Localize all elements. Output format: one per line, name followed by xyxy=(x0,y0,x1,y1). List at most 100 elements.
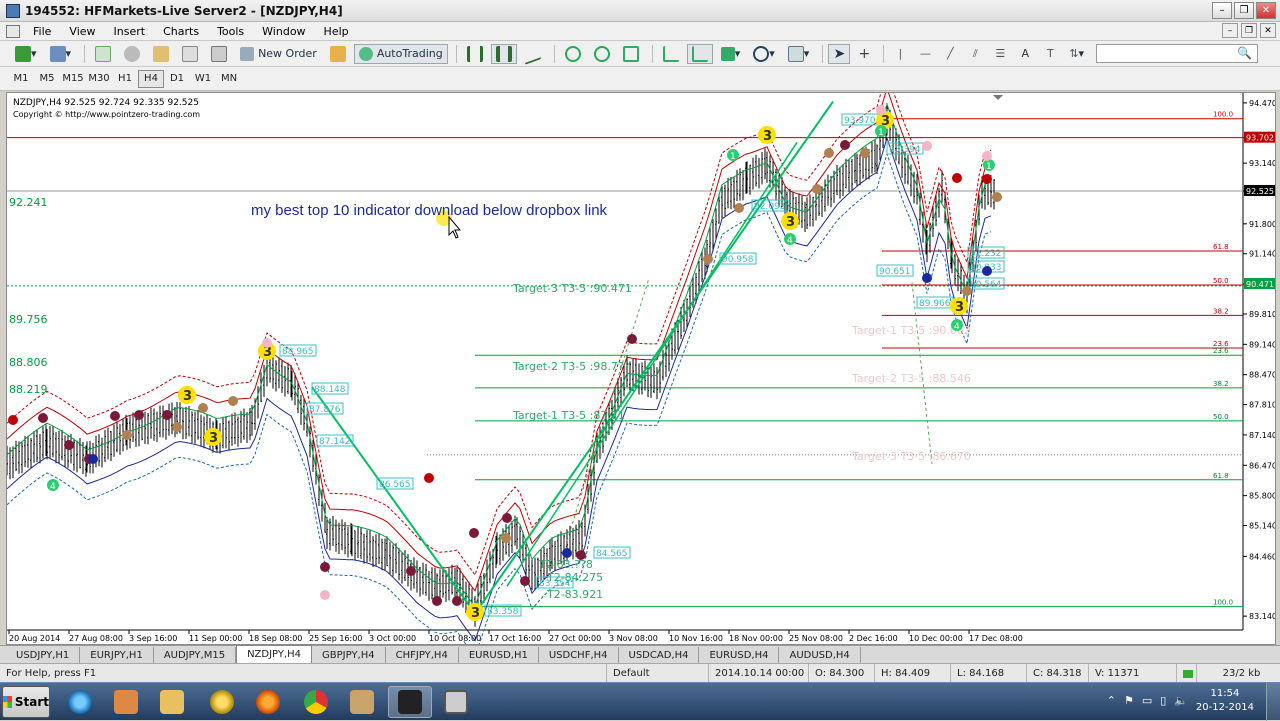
strategy-tester-button[interactable] xyxy=(206,44,232,64)
signal-dot xyxy=(992,192,1002,202)
price-tick-label: 85.140 xyxy=(1249,522,1275,531)
menu-view[interactable]: View xyxy=(60,25,104,38)
cursor-tool-button[interactable]: ➤ xyxy=(828,43,851,64)
timeframe-h4[interactable]: H4 xyxy=(138,69,164,88)
periods-button[interactable]: ▾ xyxy=(748,44,780,64)
timeframe-mn[interactable]: MN xyxy=(216,70,242,88)
candlestick-button[interactable] xyxy=(490,43,517,64)
search-input[interactable] xyxy=(1096,44,1258,63)
chart-tab[interactable]: USDCHF,H4 xyxy=(539,647,619,663)
minimize-button[interactable]: – xyxy=(1212,2,1232,19)
chart-shift-button[interactable] xyxy=(658,44,684,64)
price-box-label: 91.232 xyxy=(970,249,1002,259)
taskbar-chrome[interactable] xyxy=(294,686,338,718)
menu-file[interactable]: File xyxy=(24,25,60,38)
horizontal-line-button[interactable]: — xyxy=(914,44,936,64)
market-watch-button[interactable] xyxy=(90,44,116,64)
taskbar-app9[interactable] xyxy=(434,686,478,718)
status-profile: Default xyxy=(606,664,708,683)
timeframe-m1[interactable]: M1 xyxy=(8,70,34,88)
fibonacci-button[interactable]: ☰ xyxy=(989,44,1011,64)
new-chart-button[interactable]: ▾ xyxy=(10,44,42,64)
line-chart-button[interactable] xyxy=(520,42,546,65)
data-window-button[interactable] xyxy=(119,44,145,64)
zoom-in-button[interactable] xyxy=(560,44,586,64)
chart-tab[interactable]: USDCAD,H4 xyxy=(619,647,700,663)
chart-tab[interactable]: EURJPY,H1 xyxy=(80,647,154,663)
autoscroll-button[interactable] xyxy=(686,43,713,64)
restore-button[interactable]: ❐ xyxy=(1234,2,1254,19)
wave-3-label: 3 xyxy=(183,389,192,404)
chart-tab[interactable]: EURUSD,H1 xyxy=(459,647,539,663)
indicators-button[interactable]: ▾ xyxy=(716,44,746,64)
price-chart[interactable]: 94.470 93.702 93.140 92.525 91.800 91.140 90.4… xyxy=(7,93,1275,644)
arrows-button[interactable]: ⇅ ▾ xyxy=(1064,44,1089,64)
price-box-label: 93.394 xyxy=(889,145,921,155)
text-label-button[interactable]: T xyxy=(1039,44,1061,64)
new-order-button[interactable]: New Order xyxy=(235,44,322,64)
chart-tab[interactable]: EURUSD,H4 xyxy=(699,647,780,663)
show-desktop-button[interactable] xyxy=(1266,683,1280,721)
terminal-button[interactable] xyxy=(177,44,203,64)
price-tick-label: 89.140 xyxy=(1249,340,1275,349)
menu-tools[interactable]: Tools xyxy=(208,25,253,38)
chart-tab[interactable]: AUDJPY,M15 xyxy=(154,647,237,663)
chart-tab[interactable]: CHFJPY,H4 xyxy=(386,647,459,663)
taskbar-explorer[interactable] xyxy=(150,686,194,718)
templates-button[interactable]: ▾ xyxy=(783,44,815,64)
price-box-label: 90.564 xyxy=(970,280,1002,290)
chart-tab[interactable]: AUDUSD,H4 xyxy=(779,647,861,663)
timeframe-m15[interactable]: M15 xyxy=(60,70,86,88)
timeframe-w1[interactable]: W1 xyxy=(190,70,216,88)
taskbar-ie[interactable] xyxy=(58,686,102,718)
autotrading-button[interactable]: AutoTrading xyxy=(353,43,448,64)
profiles-button[interactable]: ▾ xyxy=(45,44,77,64)
chart-tab[interactable]: GBPJPY,H4 xyxy=(312,647,386,663)
tray-network-icon[interactable]: ▯ xyxy=(1160,694,1166,707)
timeframe-m30[interactable]: M30 xyxy=(86,70,112,88)
date-tick-label: 25 Nov 08:00 xyxy=(789,634,843,643)
signal-dot xyxy=(320,590,330,600)
text-tool-button[interactable]: A xyxy=(1014,44,1036,64)
tray-expand-icon[interactable]: ⌃ xyxy=(1107,694,1116,707)
timeframe-m5[interactable]: M5 xyxy=(34,70,60,88)
metaeditor-button[interactable] xyxy=(325,44,351,64)
document-icon[interactable] xyxy=(6,24,20,38)
taskbar-mt4[interactable] xyxy=(388,686,432,718)
taskbar-word[interactable] xyxy=(340,686,384,718)
menu-help[interactable]: Help xyxy=(315,25,358,38)
chart-tab[interactable]: NZDJPY,H4 xyxy=(236,645,313,663)
close-button[interactable]: ✕ xyxy=(1256,2,1276,19)
menu-insert[interactable]: Insert xyxy=(105,25,155,38)
start-button[interactable]: Start xyxy=(2,686,50,718)
taskbar-firefox[interactable] xyxy=(246,686,290,718)
tray-flag-icon[interactable]: ⚑ xyxy=(1124,694,1134,707)
crosshair-tool-button[interactable]: + xyxy=(853,44,875,64)
fib-level-label: 100.0 xyxy=(1213,111,1233,119)
clock-date: 20-12-2014 xyxy=(1195,702,1254,713)
bar-chart-button[interactable] xyxy=(462,44,488,64)
chart-window[interactable]: 94.470 93.702 93.140 92.525 91.800 91.140 90.4… xyxy=(6,92,1276,645)
navigator-button[interactable] xyxy=(148,44,174,64)
tray-volume-icon[interactable]: 🔈 xyxy=(1174,694,1188,707)
zoom-out-button[interactable] xyxy=(589,44,615,64)
tile-icon xyxy=(622,45,639,62)
vertical-line-button[interactable]: | xyxy=(889,44,911,64)
mdi-close-button[interactable]: ✕ xyxy=(1260,23,1276,38)
equidistant-channel-button[interactable]: ⫽ xyxy=(964,44,986,64)
trendline-button[interactable]: ╱ xyxy=(939,44,961,64)
mdi-restore-button[interactable]: ❐ xyxy=(1241,23,1257,38)
market-watch-icon xyxy=(95,45,112,62)
tray-monitor-icon[interactable]: ▭ xyxy=(1142,694,1152,707)
tile-windows-button[interactable] xyxy=(618,44,644,64)
mdi-minimize-button[interactable]: – xyxy=(1222,23,1238,38)
menu-charts[interactable]: Charts xyxy=(154,25,208,38)
chart-tab[interactable]: USDJPY,H1 xyxy=(6,647,81,663)
taskbar-app4[interactable] xyxy=(200,686,244,718)
timeframe-h1[interactable]: H1 xyxy=(112,70,138,88)
taskbar-clock[interactable]: 11:54 20-12-2014 xyxy=(1196,687,1254,715)
timeframe-d1[interactable]: D1 xyxy=(164,70,190,88)
taskbar-media[interactable] xyxy=(104,686,148,718)
search-icon[interactable]: 🔍 xyxy=(1237,46,1252,60)
menu-window[interactable]: Window xyxy=(253,25,314,38)
